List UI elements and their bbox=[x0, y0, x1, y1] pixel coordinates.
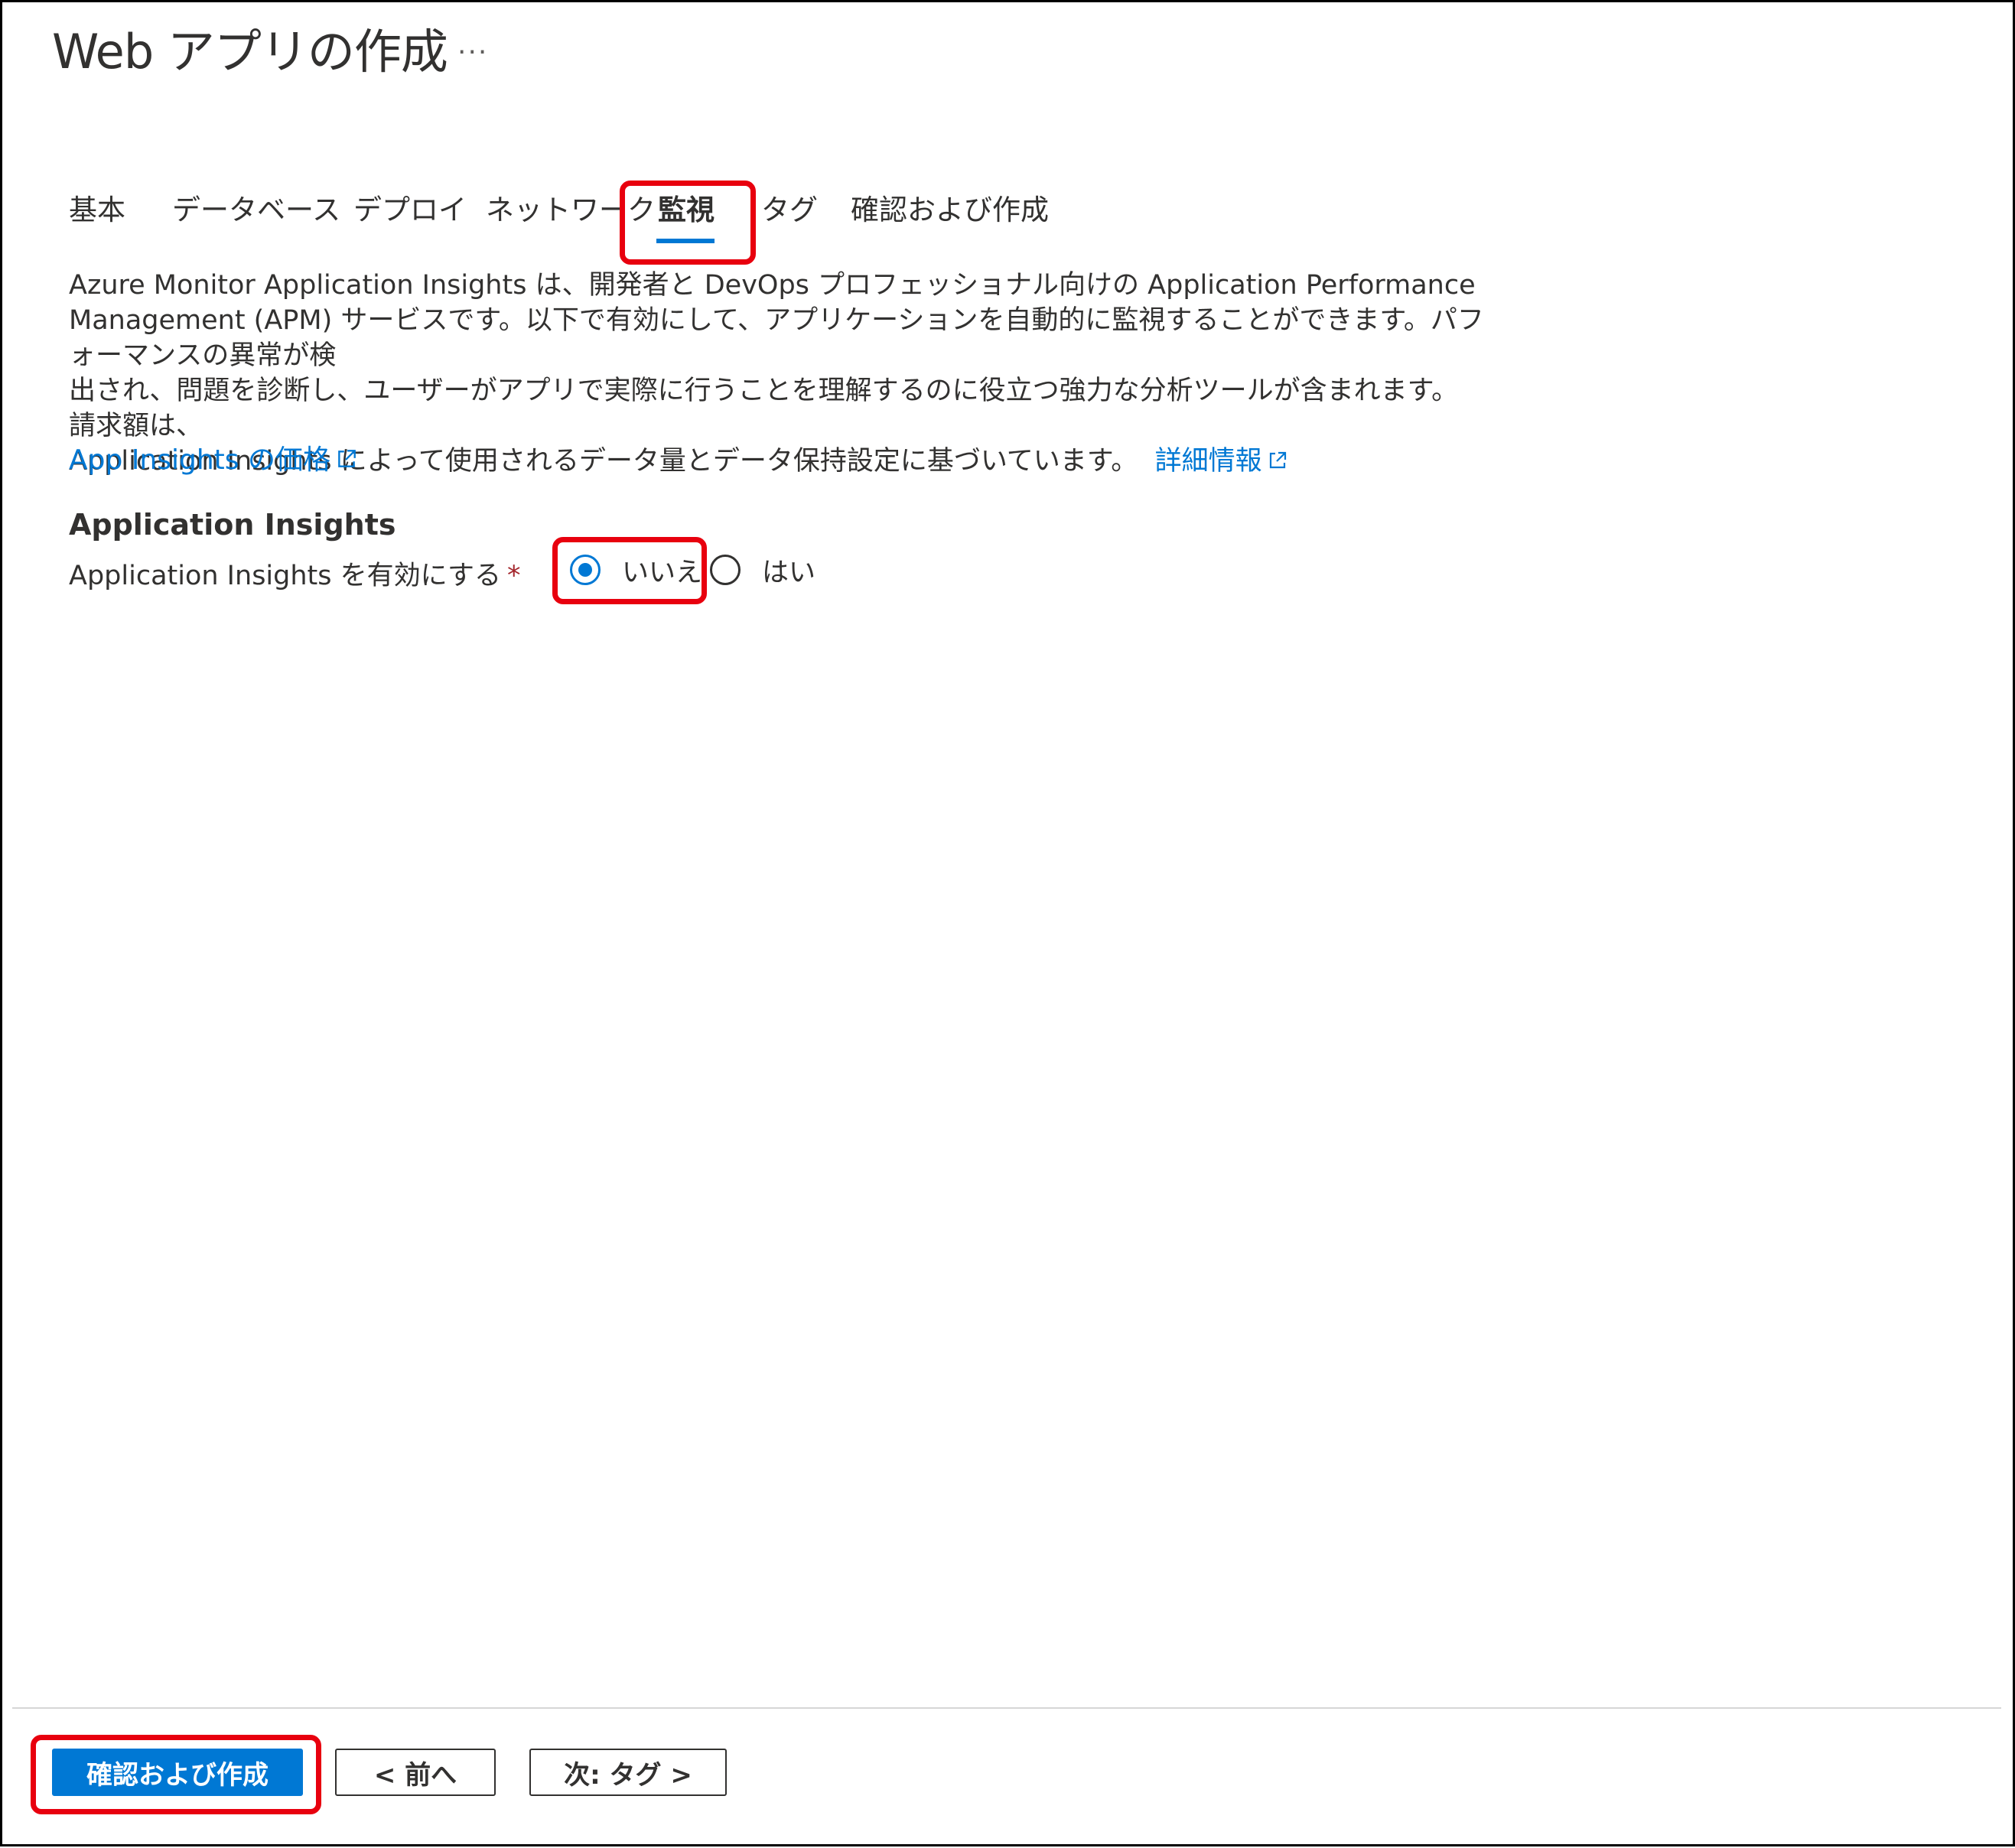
tab-tags[interactable]: タグ bbox=[761, 184, 818, 237]
radio-selected-icon bbox=[570, 555, 601, 585]
tab-database[interactable]: データベース bbox=[172, 184, 340, 237]
tab-deploy[interactable]: デプロイ bbox=[353, 184, 467, 237]
page-title: Web アプリの作成 bbox=[52, 24, 448, 80]
radio-unselected-icon bbox=[710, 555, 741, 585]
review-create-button[interactable]: 確認および作成 bbox=[52, 1749, 303, 1796]
field-label-text: Application Insights を有効にする bbox=[69, 561, 501, 591]
learn-more-link[interactable]: 詳細情報 bbox=[1155, 446, 1288, 477]
app-insights-pricing-link[interactable]: App Insights の価格 bbox=[69, 439, 358, 483]
description-line: Management (APM) サービスです。以下で有効にして、アプリケーショ… bbox=[69, 305, 1484, 371]
pricing-link-label: App Insights の価格 bbox=[69, 444, 330, 476]
radio-option-no[interactable]: いいえ bbox=[570, 547, 702, 593]
learn-more-label: 詳細情報 bbox=[1154, 446, 1262, 477]
radio-label-yes: はい bbox=[762, 557, 816, 588]
radio-label-no: いいえ bbox=[622, 557, 703, 588]
external-link-icon bbox=[1267, 445, 1288, 480]
tab-review-create[interactable]: 確認および作成 bbox=[851, 184, 1049, 237]
tab-basics[interactable]: 基本 bbox=[69, 184, 125, 237]
section-heading: Application Insights bbox=[69, 508, 396, 542]
previous-button[interactable]: < 前へ bbox=[335, 1749, 496, 1796]
tab-bar: 基本 データベース デプロイ ネットワーク 監視 タグ 確認および作成 bbox=[0, 184, 1147, 245]
radio-option-yes[interactable]: はい bbox=[710, 547, 815, 593]
next-tags-button[interactable]: 次: タグ > bbox=[529, 1749, 727, 1796]
footer-divider bbox=[12, 1707, 2001, 1709]
active-tab-indicator bbox=[656, 239, 715, 243]
required-mark: * bbox=[506, 561, 521, 591]
external-link-icon bbox=[335, 441, 358, 483]
description-line: Azure Monitor Application Insights は、開発者… bbox=[69, 270, 1476, 301]
enable-app-insights-label: Application Insights を有効にする * bbox=[69, 555, 520, 597]
description-line: 出され、問題を診断し、ユーザーがアプリで実際に行うことを理解するのに役立つ強力な… bbox=[69, 376, 1459, 441]
more-options-icon[interactable]: ... bbox=[457, 29, 488, 60]
tab-monitoring[interactable]: 監視 bbox=[658, 184, 715, 237]
tab-network[interactable]: ネットワーク bbox=[486, 184, 656, 237]
